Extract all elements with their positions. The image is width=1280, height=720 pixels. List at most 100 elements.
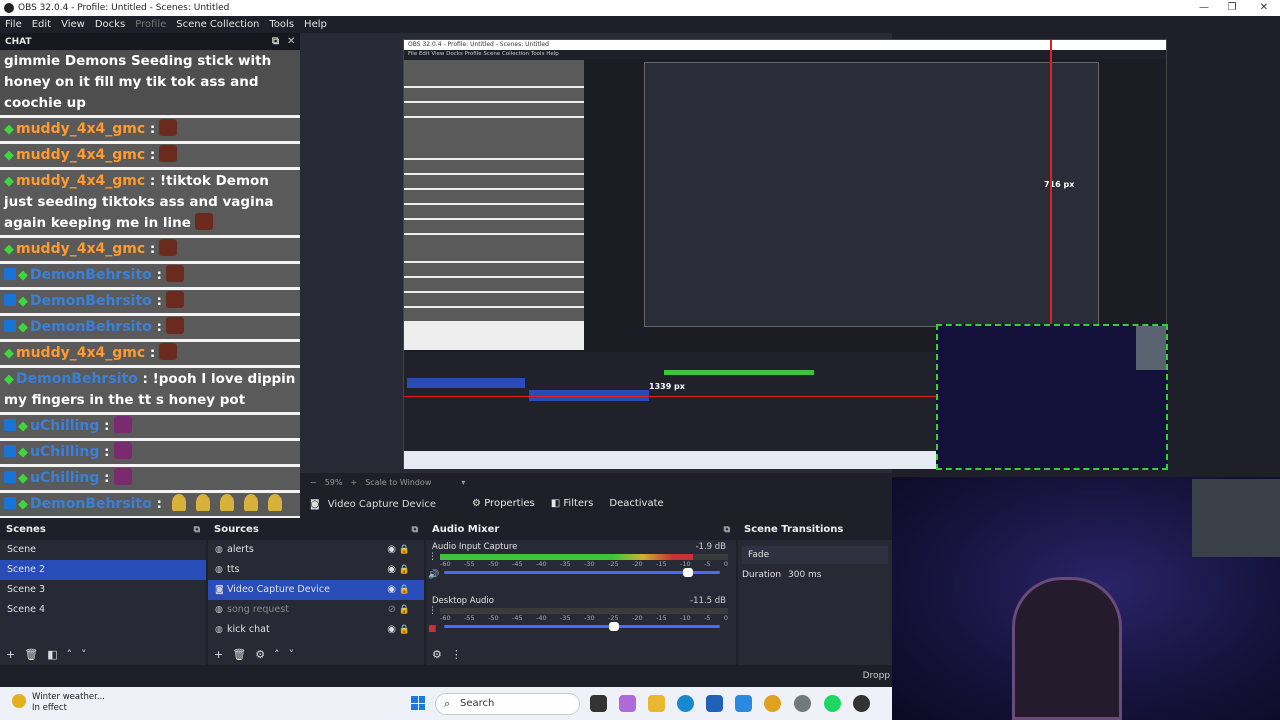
copilot-icon[interactable]	[619, 695, 636, 712]
scale-mode[interactable]: Scale to Window	[365, 478, 431, 487]
chat-username[interactable]: DemonBehrsito	[30, 319, 152, 335]
move-down-icon[interactable]: ˅	[289, 648, 295, 661]
volume-slider[interactable]	[444, 622, 720, 631]
menu-edit[interactable]: Edit	[27, 19, 56, 30]
visibility-eye-icon[interactable]: ◉	[387, 620, 396, 640]
mail-icon[interactable]	[735, 695, 752, 712]
advanced-audio-icon[interactable]: ⚙	[432, 648, 442, 661]
move-down-icon[interactable]: ˅	[81, 648, 87, 661]
chat-username[interactable]: DemonBehrsito	[30, 496, 152, 512]
chat-message: ◆ uChilling :	[0, 467, 300, 493]
float-dock-icon[interactable]: ⧉	[724, 520, 730, 540]
close-button[interactable]: ✕	[1248, 0, 1280, 16]
meter-tick-label: -45	[512, 614, 523, 622]
scene-item[interactable]: Scene 4	[0, 600, 206, 620]
chat-username[interactable]: uChilling	[30, 444, 99, 460]
chat-username[interactable]: muddy_4x4_gmc	[16, 241, 145, 257]
zoom-in-button[interactable]: +	[350, 478, 357, 487]
source-settings-icon[interactable]: ⚙	[255, 648, 265, 661]
taskbar-search[interactable]: ⌕ Search	[435, 693, 580, 715]
lock-icon[interactable]: 🔒	[399, 540, 410, 560]
source-item[interactable]: ◍ song request ⊘ 🔒	[208, 600, 424, 620]
menu-help[interactable]: Help	[299, 19, 332, 30]
duration-input[interactable]: 300 ms	[788, 570, 822, 580]
track-menu-icon[interactable]: ⋮	[428, 606, 437, 616]
lock-icon[interactable]: 🔒	[399, 580, 410, 600]
scene-item-selected[interactable]: Scene 2	[0, 560, 206, 580]
lock-icon[interactable]: 🔒	[399, 600, 410, 620]
mixer-menu-icon[interactable]: ⋮	[451, 648, 462, 661]
move-up-icon[interactable]: ˄	[67, 648, 73, 661]
edge-icon[interactable]	[677, 695, 694, 712]
float-dock-icon[interactable]: ⧉	[272, 36, 279, 47]
chat-messages[interactable]: gimmie Demons Seeding stick with honey o…	[0, 50, 300, 518]
properties-button[interactable]: ⚙ Properties	[464, 494, 543, 514]
chat-sep: :	[149, 147, 156, 163]
emote-icon	[113, 416, 132, 433]
scene-filters-icon[interactable]: ◧	[47, 648, 57, 661]
source-item[interactable]: ◍ tts ◉ 🔒	[208, 560, 424, 580]
visibility-eye-icon[interactable]: ◉	[387, 560, 396, 580]
menu-file[interactable]: File	[0, 19, 27, 30]
scene-item[interactable]: Scene 3	[0, 580, 206, 600]
mod-badge-icon	[4, 445, 16, 457]
chat-username[interactable]: DemonBehrsito	[30, 293, 152, 309]
source-item[interactable]: ◍ alerts ◉ 🔒	[208, 540, 424, 560]
chat-username[interactable]: DemonBehrsito	[30, 267, 152, 283]
file-explorer-icon[interactable]	[590, 695, 607, 712]
menu-view[interactable]: View	[56, 19, 90, 30]
maximize-button[interactable]: ❐	[1216, 0, 1248, 16]
add-scene-icon[interactable]: +	[6, 648, 15, 661]
track-menu-icon[interactable]: ⋮	[428, 552, 437, 562]
slider-knob[interactable]	[608, 622, 619, 631]
chat-message-text: gimmie Demons Seeding stick with honey o…	[4, 53, 272, 111]
remove-source-icon[interactable]: 🗑	[232, 648, 246, 661]
lock-icon[interactable]: 🔒	[399, 560, 410, 580]
chat-username[interactable]: muddy_4x4_gmc	[16, 147, 145, 163]
muted-speaker-icon[interactable]: ■	[428, 624, 437, 634]
menu-scene-collection[interactable]: Scene Collection	[171, 19, 264, 30]
source-item[interactable]: ◍ kick chat ◉ 🔒	[208, 620, 424, 640]
visibility-eye-icon[interactable]: ◉	[387, 540, 396, 560]
speaker-icon[interactable]: 🔊	[428, 570, 439, 580]
obs-taskbar-icon[interactable]	[853, 695, 870, 712]
chat-username[interactable]: muddy_4x4_gmc	[16, 121, 145, 137]
track-name: Audio Input Capture	[432, 542, 518, 552]
chat-username[interactable]: muddy_4x4_gmc	[16, 173, 145, 189]
chat-username[interactable]: DemonBehrsito	[16, 371, 138, 387]
remove-scene-icon[interactable]: 🗑	[24, 648, 38, 661]
transition-type-select[interactable]: Fade	[742, 546, 888, 564]
menu-tools[interactable]: Tools	[264, 19, 299, 30]
store-icon[interactable]	[706, 695, 723, 712]
deactivate-button[interactable]: Deactivate	[601, 494, 671, 514]
chat-username[interactable]: uChilling	[30, 418, 99, 434]
weather-widget[interactable]: Winter weather... In effect	[12, 692, 105, 714]
windows-start-icon[interactable]	[411, 696, 425, 710]
close-dock-icon[interactable]: ✕	[287, 36, 295, 47]
chat-username[interactable]: uChilling	[30, 470, 99, 486]
spotify-icon[interactable]	[824, 695, 841, 712]
hidden-eye-icon[interactable]: ⊘	[388, 600, 396, 620]
menu-docks[interactable]: Docks	[90, 19, 130, 30]
float-dock-icon[interactable]: ⧉	[412, 520, 418, 540]
source-item-selected[interactable]: ◙ Video Capture Device ◉ 🔒	[208, 580, 424, 600]
mixer-toolbar: ⚙ ⋮	[426, 643, 736, 665]
move-up-icon[interactable]: ˄	[274, 648, 280, 661]
visibility-eye-icon[interactable]: ◉	[387, 580, 396, 600]
float-dock-icon[interactable]: ⧉	[194, 520, 200, 540]
zoom-out-button[interactable]: −	[310, 478, 317, 487]
lock-icon[interactable]: 🔒	[399, 620, 410, 640]
volume-slider[interactable]	[444, 568, 720, 577]
settings-icon[interactable]	[794, 695, 811, 712]
scale-dropdown-icon[interactable]: ▾	[461, 478, 465, 487]
slider-knob[interactable]	[683, 568, 694, 577]
scene-item[interactable]: Scene	[0, 540, 206, 560]
folder-icon[interactable]	[648, 695, 665, 712]
chrome-icon[interactable]	[764, 695, 781, 712]
chat-sep: :	[104, 418, 110, 434]
menu-profile[interactable]: Profile	[130, 19, 171, 30]
add-source-icon[interactable]: +	[214, 648, 223, 661]
chat-username[interactable]: muddy_4x4_gmc	[16, 345, 145, 361]
filters-button[interactable]: ◧ Filters	[543, 494, 602, 514]
source-control-bar: ◙ Video Capture Device ⚙ Properties ◧ Fi…	[300, 490, 892, 518]
